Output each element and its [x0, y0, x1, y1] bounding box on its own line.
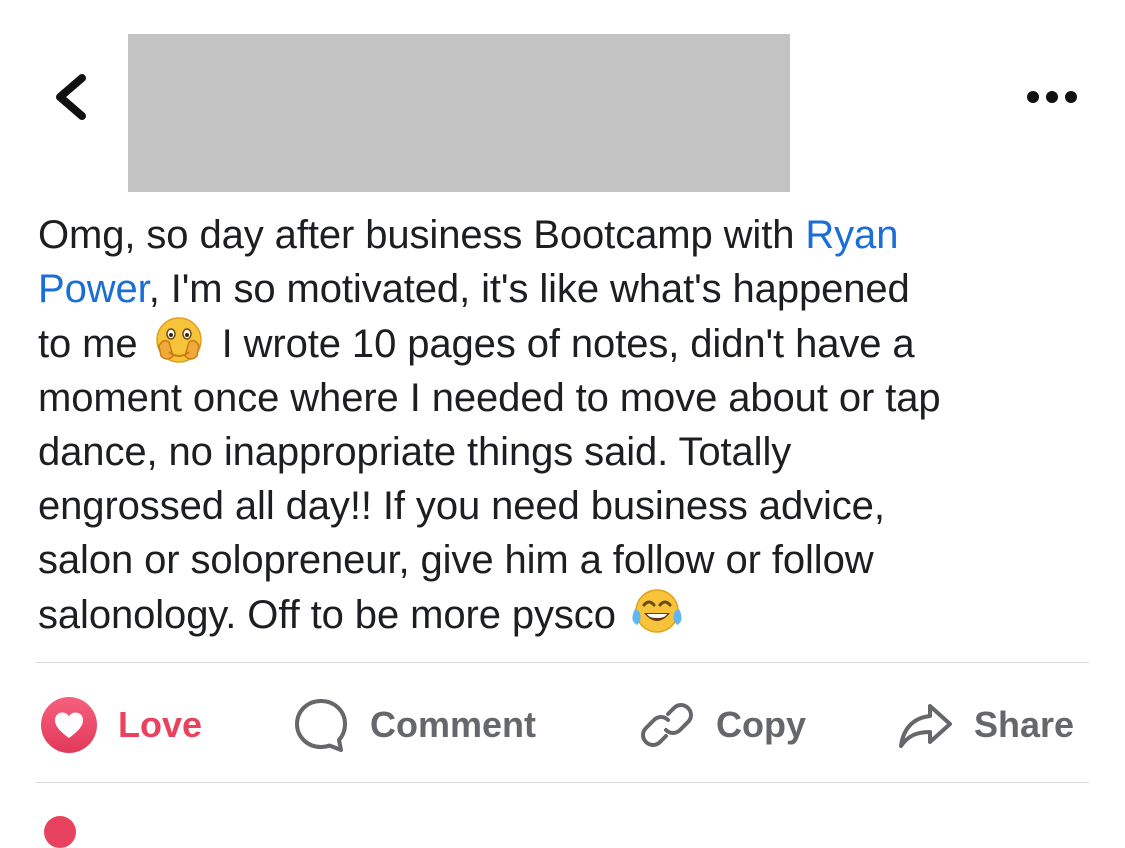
share-label: Share [974, 704, 1075, 745]
comment-button[interactable]: Comment [292, 690, 536, 760]
love-label: Love [118, 704, 203, 745]
post-line: engrossed all day!! If you need business… [38, 484, 885, 528]
mention-link[interactable]: Ryan [805, 213, 898, 257]
link-icon [641, 703, 693, 747]
redacted-header [128, 34, 790, 192]
post-line: Power, I'm so motivated, it's like what'… [38, 267, 910, 311]
mention-link[interactable]: Power [38, 267, 149, 311]
post-line: salon or solopreneur, give him a follow … [38, 538, 874, 582]
face-with-open-eyes-and-hand-over-mouth-emoji-icon [155, 317, 202, 363]
love-reaction-icon [41, 697, 97, 753]
ellipsis-icon [1027, 91, 1077, 103]
comment-bubble-icon [295, 699, 347, 752]
post-text: Omg, so day after business Bootcamp with… [38, 208, 1108, 642]
share-arrow-icon [899, 704, 952, 748]
face-with-tears-of-joy-emoji-icon [632, 589, 682, 633]
back-button[interactable] [48, 70, 94, 124]
divider [36, 662, 1089, 663]
post-line: Omg, so day after business Bootcamp with… [38, 213, 899, 257]
divider [36, 782, 1089, 783]
comment-label: Comment [370, 704, 537, 745]
share-button[interactable]: Share [896, 690, 1074, 760]
post-line: moment once where I needed to move about… [38, 376, 941, 420]
love-button[interactable]: Love [40, 690, 202, 760]
post-line: to me I wrote 10 pages of notes, didn't … [38, 316, 1108, 371]
chevron-left-icon [56, 74, 86, 120]
copy-link-button[interactable]: Copy [638, 690, 806, 760]
post-line: dance, no inappropriate things said. Tot… [38, 430, 792, 474]
post-actions-bar: Love Comment Copy Share [36, 690, 1089, 760]
more-options-button[interactable] [1024, 86, 1080, 108]
post-line: salonology. Off to be more pysco [38, 587, 1108, 642]
reaction-summary-icon[interactable] [44, 816, 76, 848]
copy-label: Copy [716, 704, 806, 745]
